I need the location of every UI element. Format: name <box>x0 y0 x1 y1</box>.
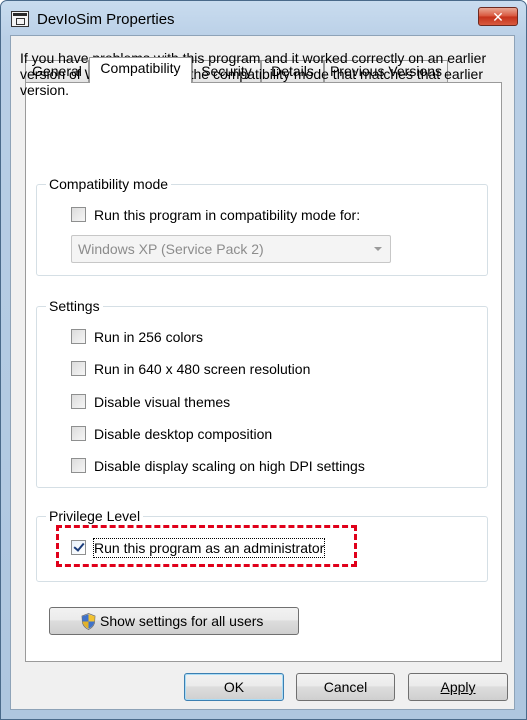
window-title: DevIoSim Properties <box>37 11 175 28</box>
compat-mode-select-value: Windows XP (Service Pack 2) <box>78 241 264 257</box>
setting-label-visual-themes[interactable]: Disable visual themes <box>94 393 230 411</box>
setting-checkbox-640x480[interactable] <box>71 361 86 376</box>
setting-label-desktop-composition[interactable]: Disable desktop composition <box>94 425 272 443</box>
setting-label-256-colors[interactable]: Run in 256 colors <box>94 328 203 346</box>
setting-label-640x480[interactable]: Run in 640 x 480 screen resolution <box>94 360 310 378</box>
apply-label: Apply <box>440 679 476 695</box>
ok-label: OK <box>223 679 245 695</box>
setting-label-dpi-scaling[interactable]: Disable display scaling on high DPI sett… <box>94 457 365 475</box>
setting-checkbox-256-colors[interactable] <box>71 329 86 344</box>
cancel-label: Cancel <box>323 679 368 695</box>
chevron-down-icon <box>374 247 382 251</box>
setting-checkbox-desktop-composition[interactable] <box>71 426 86 441</box>
group-label-settings: Settings <box>46 298 103 314</box>
close-icon: ✕ <box>492 9 504 25</box>
app-window-icon <box>11 11 29 27</box>
apply-button[interactable]: Apply <box>408 673 508 701</box>
uac-shield-icon <box>81 613 96 630</box>
close-button[interactable]: ✕ <box>478 7 518 26</box>
ok-button[interactable]: OK <box>184 673 284 701</box>
group-label-compatibility-mode: Compatibility mode <box>46 176 172 192</box>
show-settings-for-all-users-button[interactable]: Show settings for all users <box>49 607 299 635</box>
cancel-button[interactable]: Cancel <box>296 673 395 701</box>
highlight-annotation <box>56 525 357 567</box>
setting-checkbox-dpi-scaling[interactable] <box>71 458 86 473</box>
group-label-privilege-level: Privilege Level <box>46 508 144 524</box>
compat-mode-checkbox-label[interactable]: Run this program in compatibility mode f… <box>94 206 360 224</box>
compat-mode-select[interactable]: Windows XP (Service Pack 2) <box>71 235 391 263</box>
show-settings-label: Show settings for all users <box>100 613 264 629</box>
tab-compatibility[interactable]: Compatibility <box>89 57 192 83</box>
compat-mode-checkbox[interactable] <box>71 207 86 222</box>
setting-checkbox-visual-themes[interactable] <box>71 394 86 409</box>
